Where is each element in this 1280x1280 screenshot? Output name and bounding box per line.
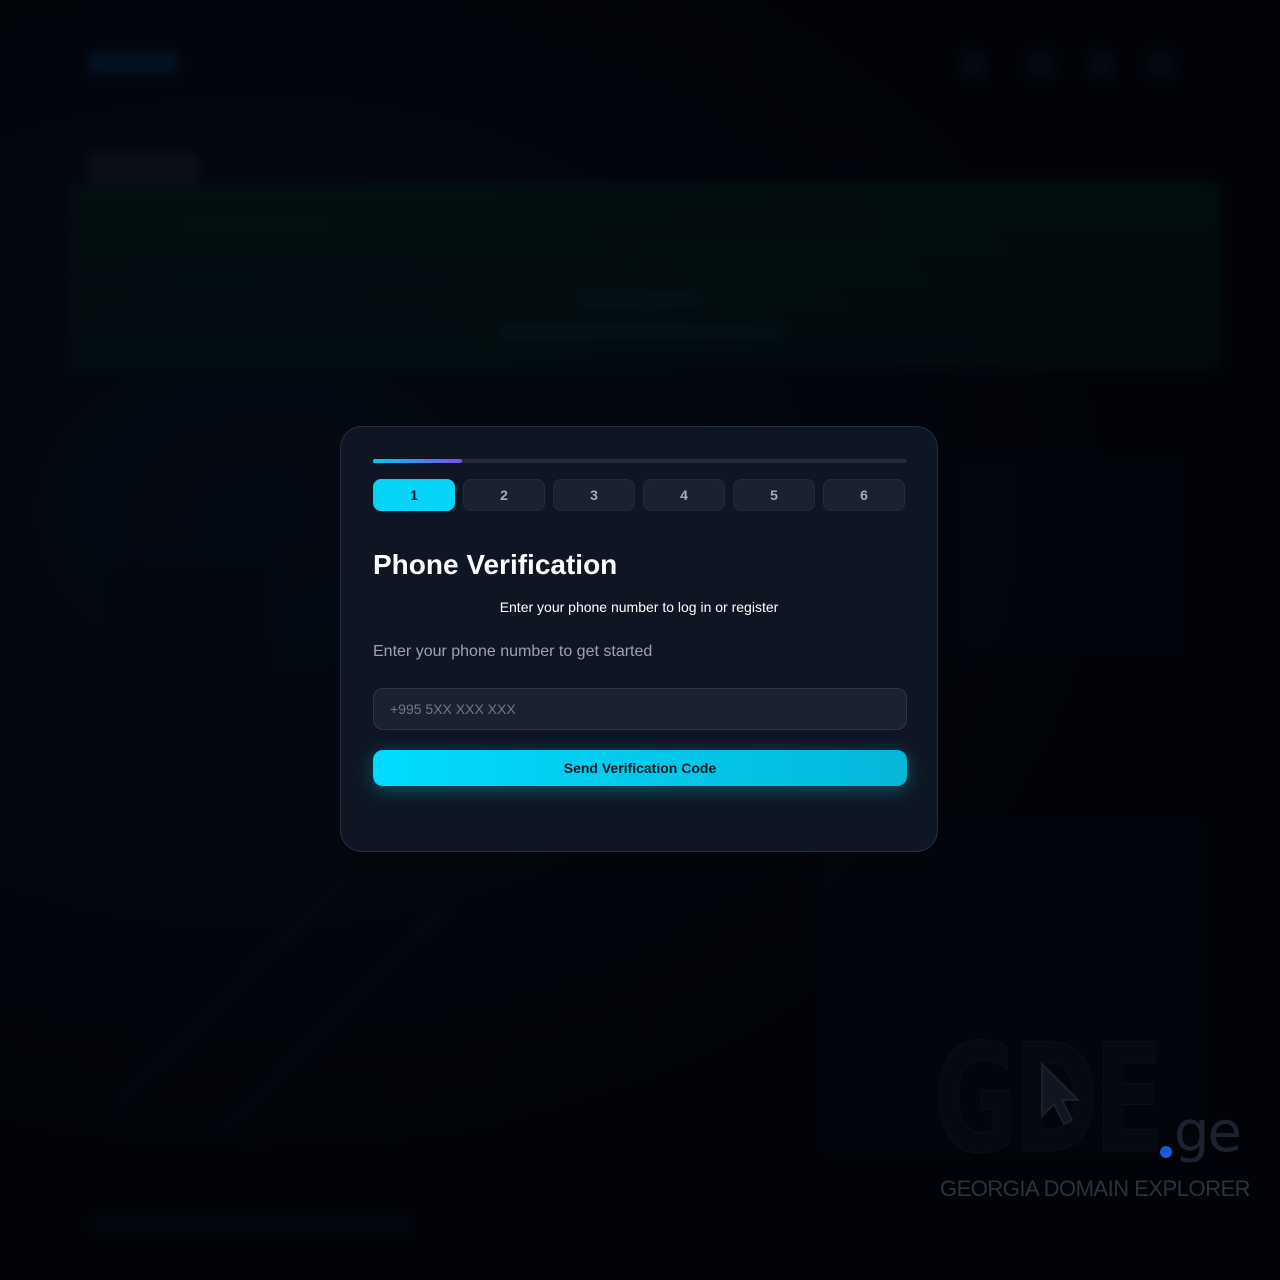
step-2[interactable]: 2: [463, 479, 545, 511]
page: 1 2 3 4 5 6 Phone Verification Enter you…: [0, 0, 1280, 1280]
watermark-tagline: GEORGIA DOMAIN EXPLORER: [940, 1176, 1251, 1201]
progress-bar-fill: [373, 459, 463, 463]
step-6[interactable]: 6: [823, 479, 905, 511]
progress-bar: [373, 459, 907, 463]
watermark-dot: [1160, 1146, 1172, 1158]
modal-title: Phone Verification: [373, 549, 618, 580]
phone-verification-modal: 1 2 3 4 5 6 Phone Verification Enter you…: [340, 426, 938, 852]
send-verification-code-button[interactable]: Send Verification Code: [373, 750, 907, 786]
watermark-tld: ge: [1174, 1100, 1242, 1165]
cursor-arrow-icon: [1041, 1061, 1081, 1126]
step-1[interactable]: 1: [373, 479, 455, 511]
step-4[interactable]: 4: [643, 479, 725, 511]
phone-number-input[interactable]: [373, 688, 907, 730]
step-indicator: 1 2 3 4 5 6: [373, 479, 905, 511]
phone-hint-text: Enter your phone number to get started: [373, 643, 653, 660]
step-3[interactable]: 3: [553, 479, 635, 511]
step-5[interactable]: 5: [733, 479, 815, 511]
brand-watermark: GDE ge GEORGIA DOMAIN EXPLORER: [934, 1025, 1251, 1210]
modal-subtitle: Enter your phone number to log in or reg…: [499, 599, 779, 615]
